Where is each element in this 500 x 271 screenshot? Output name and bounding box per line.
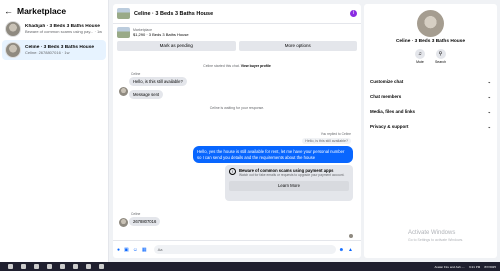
search-label: Search bbox=[434, 60, 447, 64]
profile-photo[interactable] bbox=[417, 10, 444, 37]
details-actions: ♫ Mute ⚲ Search bbox=[364, 49, 497, 64]
sender-label: Celine bbox=[131, 72, 141, 76]
replied-to-label: You replied to Celine bbox=[320, 132, 351, 136]
scam-warning-card: ! Beware of common scams using payment a… bbox=[225, 165, 353, 201]
mark-pending-button[interactable]: Mark as pending bbox=[117, 41, 236, 51]
quoted-message: Hello, is this still available? bbox=[302, 138, 351, 144]
windows-start-icon[interactable] bbox=[8, 264, 13, 269]
app-icon[interactable] bbox=[73, 264, 78, 269]
conversation-preview: Beware of common scams using pay... · 1w bbox=[25, 29, 103, 34]
incoming-message: Message sent bbox=[129, 90, 164, 99]
menu-item-customize-chat[interactable]: Customize chat ⌄ bbox=[364, 76, 497, 87]
scam-warning-subtitle: Watch out for fake emails or requests to… bbox=[239, 173, 345, 177]
chat-details-panel: Celine · 3 Beds 3 Baths House ♫ Mute ⚲ S… bbox=[364, 4, 497, 258]
taskbar-app-label[interactable]: Avatar Fire and Ash -... bbox=[434, 265, 465, 269]
sidebar-title: Marketplace bbox=[17, 5, 67, 16]
incoming-message: 2678807016 bbox=[129, 217, 161, 226]
menu-item-chat-members[interactable]: Chat members ⌄ bbox=[364, 91, 497, 102]
details-name: Celine · 3 Beds 3 Baths House bbox=[395, 39, 466, 44]
search-button[interactable]: ⚲ Search bbox=[435, 49, 446, 64]
menu-item-label: Chat members bbox=[370, 94, 402, 99]
conversation-item-khadijah[interactable]: Khadijah · 3 Beds 3 Baths House Beware o… bbox=[2, 19, 106, 39]
listing-thumbnail bbox=[117, 27, 130, 38]
info-icon[interactable]: i bbox=[350, 10, 357, 17]
gif-icon[interactable]: ▦ bbox=[142, 247, 147, 253]
mute-label: Mute bbox=[416, 60, 424, 64]
menu-item-label: Privacy & support bbox=[370, 124, 409, 129]
chat-panel: Celine · 3 Beds 3 Baths House i Marketpl… bbox=[113, 4, 361, 258]
chevron-down-icon: ⌄ bbox=[487, 109, 491, 114]
chat-header: Celine · 3 Beds 3 Baths House i bbox=[113, 4, 361, 24]
chat-title[interactable]: Celine · 3 Beds 3 Baths House bbox=[134, 11, 350, 17]
message-composer: ● ▣ ☺ ▦ Aa ☻ ▲ bbox=[113, 240, 361, 258]
message-input[interactable]: Aa bbox=[153, 245, 336, 254]
seen-avatar bbox=[349, 234, 353, 238]
back-arrow-icon[interactable]: ← bbox=[4, 6, 13, 16]
menu-item-label: Media, files and links bbox=[370, 109, 416, 114]
menu-item-privacy-support[interactable]: Privacy & support ⌄ bbox=[364, 121, 497, 132]
listing-actions: Mark as pending More options bbox=[113, 41, 361, 51]
chevron-down-icon: ⌄ bbox=[487, 124, 491, 129]
clock-time[interactable]: 9:21 PM bbox=[469, 265, 480, 269]
conversation-preview: Celine: 2678807016 · 1w bbox=[25, 50, 70, 55]
system-tray: Avatar Fire and Ash -... 9:21 PM 8/7/202… bbox=[434, 262, 496, 271]
listing-summary[interactable]: Marketplace $1,290 · 3 Beds 3 Baths Hous… bbox=[113, 24, 361, 41]
system-started-text: Celine started this chat. bbox=[203, 64, 240, 68]
file-explorer-icon[interactable] bbox=[47, 264, 52, 269]
sender-label: Celine bbox=[131, 212, 141, 216]
activate-windows-subtitle: Go to Settings to activate Windows. bbox=[408, 238, 464, 242]
menu-item-media-files[interactable]: Media, files and links ⌄ bbox=[364, 106, 497, 117]
mute-button[interactable]: ♫ Mute bbox=[414, 49, 425, 64]
app-icon[interactable] bbox=[99, 264, 104, 269]
clock-date[interactable]: 8/7/2025 bbox=[484, 265, 496, 269]
conversation-sidebar: ← Marketplace Khadijah · 3 Beds 3 Baths … bbox=[0, 0, 109, 262]
avatar bbox=[119, 218, 128, 227]
image-icon[interactable]: ▣ bbox=[124, 247, 129, 253]
chevron-down-icon: ⌄ bbox=[487, 94, 491, 99]
more-options-button[interactable]: More options bbox=[238, 41, 357, 51]
system-message-started: Celine started this chat. View buyer pro… bbox=[113, 64, 361, 68]
chevron-down-icon: ⌄ bbox=[487, 79, 491, 84]
listing-price: $1,290 · 3 Beds 3 Baths House bbox=[133, 32, 189, 37]
avatar bbox=[119, 87, 128, 96]
menu-item-label: Customize chat bbox=[370, 79, 404, 84]
messenger-app: ← Marketplace Khadijah · 3 Beds 3 Baths … bbox=[0, 0, 500, 262]
taskbar: Avatar Fire and Ash -... 9:21 PM 8/7/202… bbox=[0, 262, 500, 271]
incoming-message: Hello, is this still available? bbox=[129, 77, 187, 86]
shield-icon: ! bbox=[229, 168, 236, 175]
sidebar-header: ← Marketplace bbox=[0, 0, 108, 18]
sticker-icon[interactable]: ☺ bbox=[133, 247, 138, 253]
message-list: Celine started this chat. View buyer pro… bbox=[113, 60, 361, 240]
system-message-waiting: Celine is waiting for your response. bbox=[209, 106, 265, 110]
bell-icon: ♫ bbox=[414, 49, 425, 59]
outgoing-message: Hello, yes the house is still available … bbox=[193, 146, 353, 163]
view-profile-link[interactable]: View buyer profile bbox=[241, 64, 271, 68]
app-icon[interactable] bbox=[86, 264, 91, 269]
listing-thumbnail[interactable] bbox=[117, 8, 130, 19]
conversation-item-celine[interactable]: Celine · 3 Beds 3 Baths House Celine: 26… bbox=[2, 40, 106, 60]
chrome-icon[interactable] bbox=[34, 264, 39, 269]
app-icon[interactable] bbox=[60, 264, 65, 269]
microphone-icon[interactable]: ● bbox=[117, 247, 120, 253]
learn-more-button[interactable]: Learn More bbox=[229, 181, 349, 191]
activate-windows-title: Activate Windows bbox=[408, 230, 456, 236]
avatar bbox=[5, 42, 21, 58]
search-icon: ⚲ bbox=[435, 49, 446, 59]
details-menu: Customize chat ⌄ Chat members ⌄ Media, f… bbox=[364, 76, 497, 132]
search-icon[interactable] bbox=[21, 264, 26, 269]
avatar bbox=[5, 21, 21, 37]
like-icon[interactable]: ▲ bbox=[348, 247, 353, 253]
emoji-icon[interactable]: ☻ bbox=[339, 247, 344, 253]
